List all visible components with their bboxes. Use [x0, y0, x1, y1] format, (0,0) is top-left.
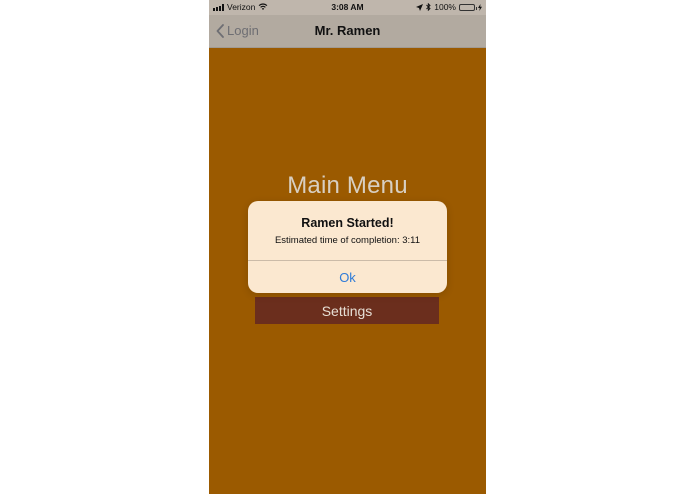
charging-icon: [478, 3, 482, 11]
battery-percent: 100%: [434, 2, 456, 12]
ok-button[interactable]: Ok: [248, 261, 447, 293]
ok-button-label: Ok: [339, 269, 356, 285]
alert-dialog: Ramen Started! Estimated time of complet…: [248, 201, 447, 293]
battery-icon: [459, 3, 477, 11]
status-bar: Verizon 3:08 AM 100%: [209, 0, 486, 15]
alert-title: Ramen Started!: [301, 216, 394, 230]
page-title: Mr. Ramen: [314, 23, 381, 38]
settings-button[interactable]: Settings: [255, 297, 439, 324]
bluetooth-icon: [426, 3, 431, 11]
main-menu-title: Main Menu: [287, 172, 408, 199]
location-icon: [416, 3, 424, 11]
settings-button-label: Settings: [321, 302, 373, 319]
navigation-bar: Login Mr. Ramen: [209, 15, 486, 48]
alert-message: Estimated time of completion: 3:11: [274, 235, 421, 246]
